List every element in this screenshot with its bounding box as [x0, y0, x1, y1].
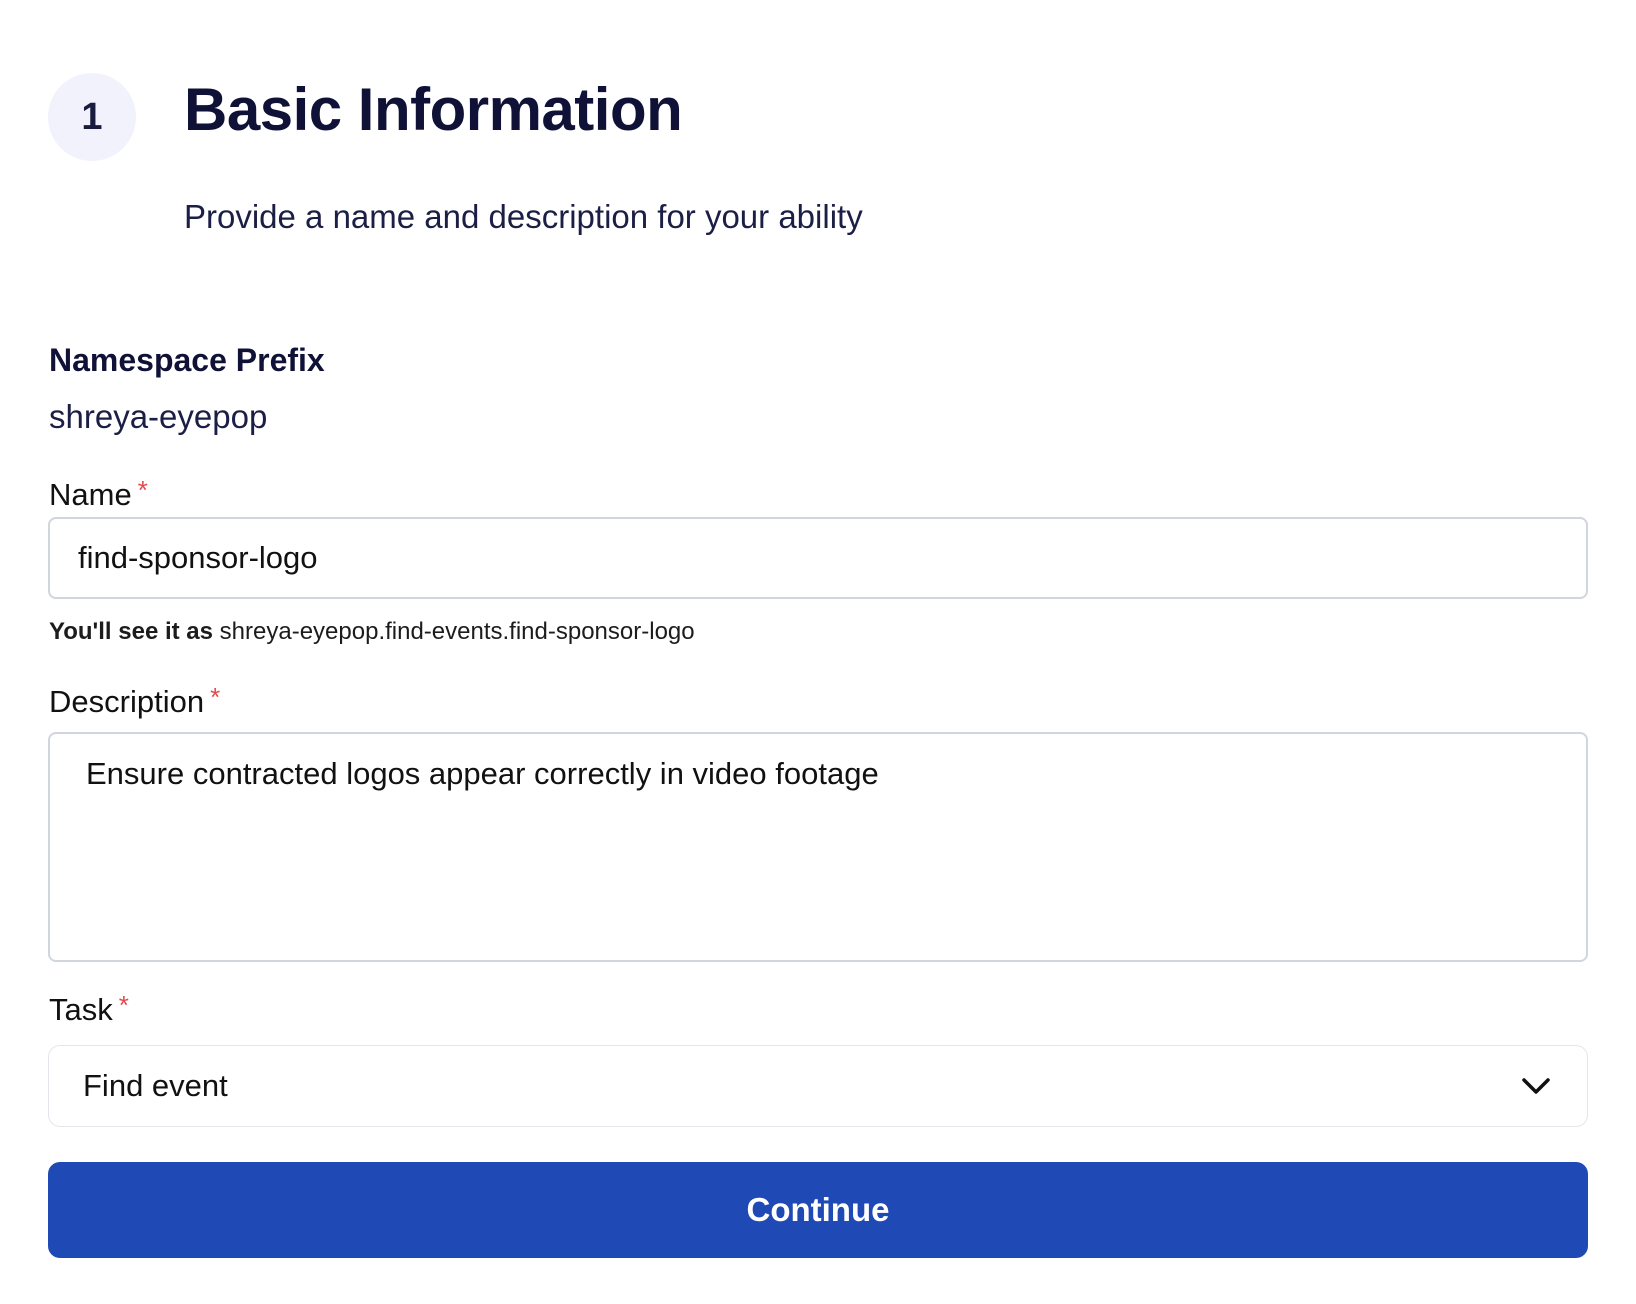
name-label-text: Name	[49, 477, 132, 512]
page-title: Basic Information	[184, 76, 683, 143]
step-number-badge: 1	[48, 73, 136, 161]
helper-prefix: You'll see it as	[49, 618, 213, 645]
task-select[interactable]: Find event	[48, 1045, 1588, 1127]
name-field-label: Name *	[49, 475, 148, 516]
step-number: 1	[81, 95, 103, 138]
helper-full-name: shreya-eyepop.find-events.find-sponsor-l…	[219, 618, 695, 645]
namespace-label: Namespace Prefix	[49, 342, 325, 378]
task-label-text: Task	[49, 992, 113, 1027]
name-input[interactable]	[48, 517, 1588, 599]
required-asterisk: *	[210, 682, 221, 712]
task-field-label: Task *	[49, 990, 129, 1031]
chevron-down-icon	[1519, 1069, 1553, 1103]
description-textarea[interactable]: Ensure contracted logos appear correctly…	[48, 732, 1588, 962]
page-subtitle: Provide a name and description for your …	[184, 198, 863, 235]
name-helper-text: You'll see it as shreya-eyepop.find-even…	[49, 616, 695, 648]
required-asterisk: *	[137, 475, 148, 505]
namespace-value: shreya-eyepop	[49, 398, 268, 435]
task-select-value: Find event	[83, 1068, 228, 1103]
description-label-text: Description	[49, 684, 205, 719]
continue-button[interactable]: Continue	[48, 1162, 1588, 1258]
description-field-label: Description *	[49, 682, 220, 723]
required-asterisk: *	[118, 990, 129, 1020]
